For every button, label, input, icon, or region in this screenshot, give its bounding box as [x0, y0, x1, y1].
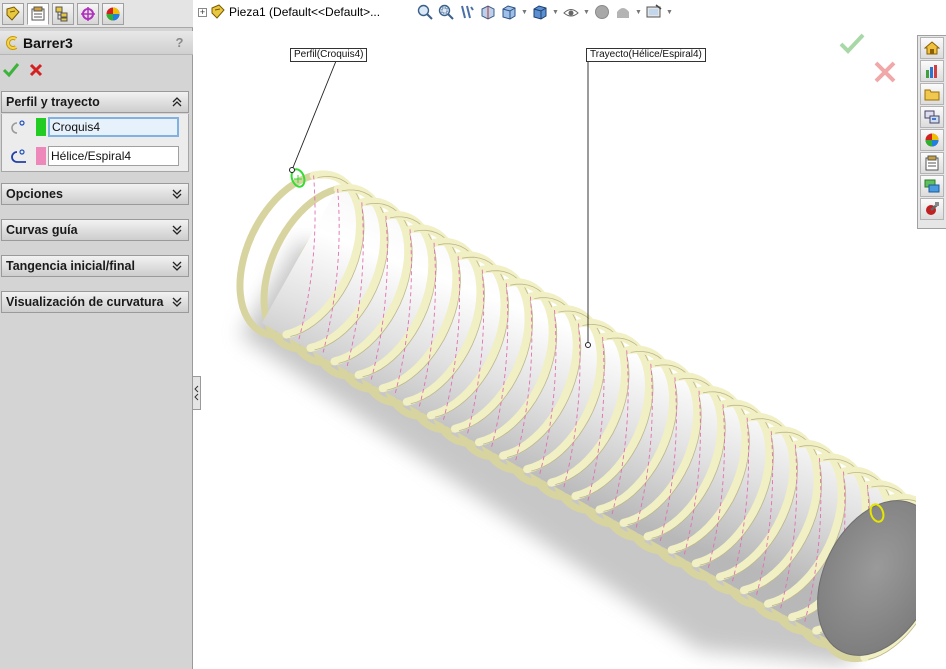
part-name-label: Pieza1 (Default<<Default>...: [229, 5, 381, 19]
zoom-to-fit-icon[interactable]: [416, 3, 434, 21]
feature-tree-root[interactable]: + Pieza1 (Default<<Default>...: [198, 3, 380, 21]
previous-view-icon[interactable]: [458, 3, 476, 21]
group-visualizacion-label: Visualización de curvatura: [6, 295, 164, 309]
appearances-icon: [925, 133, 939, 147]
task-pane-design-library[interactable]: [920, 60, 944, 82]
configuration-manager-tab[interactable]: [52, 3, 74, 25]
dropdown-arrow-icon[interactable]: ▼: [583, 3, 590, 21]
manager-tabs: [0, 0, 193, 28]
feature-manager-icon: [6, 6, 20, 21]
part-icon: [211, 4, 225, 19]
ok-checkmark-icon[interactable]: [2, 61, 20, 79]
view-palette-icon: [924, 110, 940, 124]
dimxpert-manager-icon: [81, 7, 95, 21]
expand-chevron-icon[interactable]: [171, 222, 183, 238]
group-tangencia-label: Tangencia inicial/final: [6, 259, 135, 273]
configuration-manager-icon: [55, 6, 68, 22]
collapse-arrow-icon: [194, 385, 199, 401]
hide-show-items-icon[interactable]: [562, 3, 580, 21]
view-settings-icon[interactable]: [645, 3, 663, 21]
view-orientation-icon[interactable]: [500, 3, 518, 21]
display-style-icon[interactable]: [531, 3, 549, 21]
dropdown-arrow-icon[interactable]: ▼: [521, 3, 528, 21]
feature-title-bar: Barrer3 ?: [0, 31, 193, 55]
zoom-to-area-icon[interactable]: [437, 3, 455, 21]
group-opciones-label: Opciones: [6, 187, 63, 201]
solidworks-forum-icon: [924, 179, 940, 193]
custom-properties-icon: [925, 155, 939, 171]
toolbox-icon: [926, 202, 939, 215]
collapse-chevron-icon[interactable]: [171, 94, 183, 110]
expand-chevron-icon[interactable]: [171, 186, 183, 202]
profile-callout[interactable]: Perfil(Croquis4): [290, 48, 368, 62]
feature-title: Barrer3: [23, 34, 73, 51]
group-perfil-trayecto[interactable]: Perfil y trayecto: [1, 91, 189, 113]
group-opciones[interactable]: Opciones: [1, 183, 189, 205]
path-color-swatch: [36, 147, 46, 165]
profile-color-swatch: [36, 118, 46, 136]
task-pane-file-explorer[interactable]: [920, 83, 944, 105]
path-callout-anchor: [585, 342, 591, 348]
task-pane-tabs: [917, 35, 946, 229]
profile-icon: [11, 120, 25, 134]
expand-chevron-icon[interactable]: [171, 258, 183, 274]
path-selection-row: Hélice/Espiral4: [2, 144, 190, 168]
group-perfil-body: Croquis4 Hélice/Espiral4: [1, 114, 189, 172]
graphics-area[interactable]: [200, 22, 916, 669]
solidworks-window: Barrer3 ? Perfil y trayecto Croquis4 Hél…: [0, 0, 946, 669]
property-manager-tab[interactable]: [27, 3, 49, 25]
dropdown-arrow-icon[interactable]: ▼: [666, 3, 673, 21]
group-curvas-guia[interactable]: Curvas guía: [1, 219, 189, 241]
heads-up-view-toolbar: ▼ ▼ ▼ ▼ ▼: [416, 2, 673, 22]
confirmation-ok-icon[interactable]: [838, 30, 866, 56]
task-pane-resources[interactable]: [920, 37, 944, 59]
profile-callout-anchor: [289, 167, 295, 173]
file-explorer-icon: [924, 89, 940, 101]
dimxpert-manager-tab[interactable]: [77, 3, 99, 25]
property-manager-icon: [31, 6, 45, 21]
path-callout[interactable]: Trayecto(Hélice/Espiral4): [586, 48, 706, 62]
display-manager-icon: [106, 7, 120, 21]
help-button[interactable]: ?: [172, 35, 187, 50]
group-curvas-guia-label: Curvas guía: [6, 223, 78, 237]
dropdown-arrow-icon[interactable]: ▼: [635, 3, 642, 21]
task-pane-toolbox[interactable]: [920, 198, 944, 220]
feature-manager-tab[interactable]: [2, 3, 24, 25]
expand-chevron-icon[interactable]: [171, 294, 183, 310]
path-icon: [11, 149, 26, 163]
cancel-x-icon[interactable]: [28, 62, 44, 78]
group-visualizacion-curvatura[interactable]: Visualización de curvatura: [1, 291, 189, 313]
profile-callout-leader: [291, 60, 337, 171]
task-pane-appearances[interactable]: [920, 129, 944, 151]
task-pane-custom-properties[interactable]: [920, 152, 944, 174]
profile-selection-row: Croquis4: [2, 115, 190, 139]
design-library-icon: [926, 65, 937, 78]
section-view-icon[interactable]: [479, 3, 497, 21]
property-manager-panel: Barrer3 ? Perfil y trayecto Croquis4 Hél…: [0, 0, 193, 669]
path-selection-box[interactable]: Hélice/Espiral4: [48, 146, 179, 166]
sweep-feature-icon: [6, 35, 18, 50]
accept-cancel-bar: [0, 58, 193, 82]
tree-expand-icon[interactable]: +: [198, 7, 207, 17]
solidworks-resources-icon: [924, 41, 940, 55]
group-tangencia[interactable]: Tangencia inicial/final: [1, 255, 189, 277]
edit-appearance-icon[interactable]: [593, 3, 611, 21]
group-perfil-label: Perfil y trayecto: [6, 95, 100, 109]
confirmation-cancel-icon[interactable]: [871, 58, 899, 86]
task-pane-forum[interactable]: [920, 175, 944, 197]
apply-scene-icon[interactable]: [614, 3, 632, 21]
dropdown-arrow-icon[interactable]: ▼: [552, 3, 559, 21]
task-pane-view-palette[interactable]: [920, 106, 944, 128]
display-manager-tab[interactable]: [102, 3, 124, 25]
profile-selection-box[interactable]: Croquis4: [48, 117, 179, 137]
